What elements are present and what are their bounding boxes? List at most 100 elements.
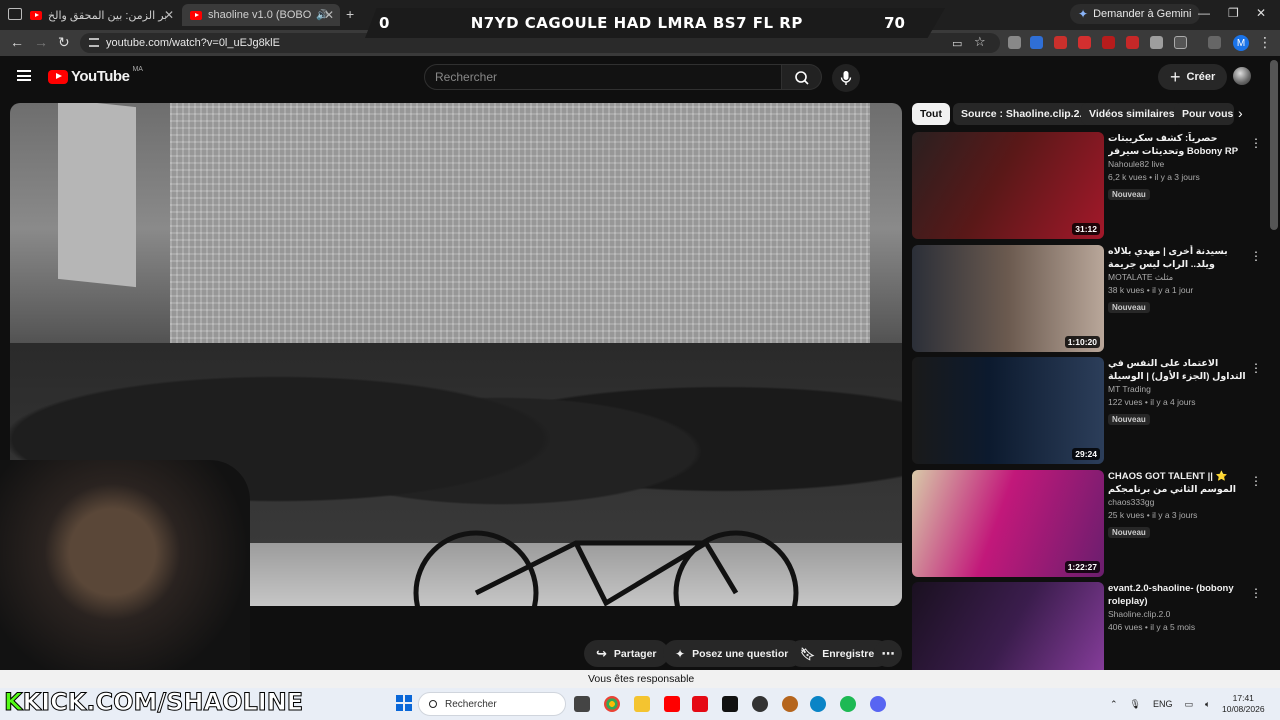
video-title[interactable]: بسيدنة أخرى | مهدي بلالاه ويلد.. الراب ل… — [1108, 245, 1248, 271]
reload-icon[interactable]: ↻ — [58, 34, 70, 51]
extension-icon[interactable] — [1008, 36, 1021, 49]
extension-icon[interactable] — [1102, 36, 1115, 49]
share-label: Partager — [613, 647, 657, 660]
bookmark-icon: 🔖︎ — [800, 646, 816, 661]
stream-banner: 0 N7YD CAGOULE HAD LMRA BS7 FL RP 70 — [365, 8, 945, 38]
clock-date: 10/08/2026 — [1222, 704, 1265, 714]
chip-similar[interactable]: Vidéos similaires — [1081, 103, 1183, 125]
extension-icon[interactable] — [1126, 36, 1139, 49]
extension-icon[interactable] — [1054, 36, 1067, 49]
youtube-app-icon[interactable] — [664, 696, 680, 712]
video-thumbnail[interactable] — [912, 582, 1104, 670]
recommendation-item[interactable]: 31:12 حصرياً: كشف سكريبتات وتحديثات سيرف… — [912, 132, 1267, 242]
recommendation-item[interactable]: 29:24 الاعتماد على النفس في التداول (الج… — [912, 357, 1267, 467]
notification-toast: Vous êtes responsable — [0, 670, 1280, 688]
video-thumbnail[interactable]: 29:24 — [912, 357, 1104, 464]
tab-search-icon[interactable] — [8, 8, 22, 20]
hamburger-menu-icon[interactable] — [17, 70, 31, 81]
create-button[interactable]: + Créer — [1158, 64, 1228, 90]
bookmark-star-icon[interactable]: ☆ — [974, 34, 986, 50]
youtube-logo[interactable]: YouTube MA — [48, 66, 143, 85]
microphone-icon — [840, 71, 852, 85]
gemini-button[interactable]: ✦ Demander à Gemini — [1070, 4, 1200, 24]
microphone-icon[interactable]: 🎙︎ — [1130, 699, 1141, 710]
more-options-icon[interactable]: ⋮ — [1250, 474, 1262, 488]
volume-icon[interactable]: 🔈︎ — [1205, 699, 1210, 710]
close-window-icon[interactable]: ✕ — [1256, 6, 1266, 20]
close-tab-icon[interactable]: ✕ — [324, 8, 334, 22]
share-button[interactable]: ↪ Partager — [584, 640, 669, 667]
edge-icon[interactable] — [810, 696, 826, 712]
close-tab-icon[interactable]: ✕ — [164, 8, 174, 22]
search-button[interactable] — [782, 64, 822, 90]
video-title[interactable]: حصرياً: كشف سكريبتات وتحديثات سيرفر Bobo… — [1108, 132, 1248, 158]
channel-name[interactable]: chaos333gg — [1108, 496, 1248, 509]
video-frame-bicycle — [406, 523, 826, 606]
browser-tab-1[interactable]: السفر عبر الزمن: بين المحقق والخ ✕ — [30, 4, 180, 26]
video-thumbnail[interactable]: 31:12 — [912, 132, 1104, 239]
chevron-up-icon[interactable]: ⌃ — [1110, 699, 1118, 710]
browser-tab-2[interactable]: shaoline v1.0 (BOBONY EVE 🔊 ✕ — [182, 4, 340, 26]
channel-name[interactable]: MT Trading — [1108, 383, 1248, 396]
channel-name[interactable]: Nahoule82 live — [1108, 158, 1248, 171]
video-thumbnail[interactable]: 1:22:27 — [912, 470, 1104, 577]
more-options-icon[interactable]: ⋮ — [1250, 361, 1262, 375]
recommendation-item[interactable]: 1:10:20 بسيدنة أخرى | مهدي بلالاه ويلد..… — [912, 245, 1267, 355]
search-input[interactable]: Rechercher — [424, 64, 782, 90]
extension-icon[interactable] — [1030, 36, 1043, 49]
forward-arrow-icon[interactable]: → — [34, 34, 48, 50]
chrome-icon[interactable] — [604, 696, 620, 712]
ask-question-button[interactable]: ✦ Posez une question — [663, 640, 803, 667]
task-view-icon[interactable] — [574, 696, 590, 712]
voice-search-button[interactable] — [832, 64, 860, 92]
spotify-icon[interactable] — [840, 696, 856, 712]
file-explorer-icon[interactable] — [634, 696, 650, 712]
windows-start-icon[interactable] — [396, 695, 412, 711]
page-scrollbar[interactable] — [1270, 60, 1278, 230]
restore-icon[interactable]: ❐ — [1228, 6, 1239, 20]
obs-icon[interactable] — [752, 696, 768, 712]
channel-name[interactable]: Shaoline.clip.2.0 — [1108, 608, 1248, 621]
video-stats: 122 vues • il y a 4 jours — [1108, 397, 1196, 407]
back-arrow-icon[interactable]: ← — [10, 34, 24, 50]
chevron-right-icon[interactable]: › — [1238, 105, 1243, 121]
video-title[interactable]: evant.2.0-shaoline- (bobony roleplay) — [1108, 582, 1248, 608]
search-icon — [795, 71, 809, 85]
country-code: MA — [132, 66, 143, 73]
netflix-icon[interactable] — [692, 696, 708, 712]
reading-list-icon[interactable] — [1208, 36, 1221, 49]
streamer-webcam — [0, 460, 250, 690]
recommendation-item[interactable]: evant.2.0-shaoline- (bobony roleplay) Sh… — [912, 582, 1267, 670]
chip-all[interactable]: Tout — [912, 103, 950, 125]
more-actions-button[interactable]: ⋯ — [874, 640, 902, 667]
menu-dots-icon[interactable]: ⋮ — [1258, 34, 1272, 51]
discord-icon[interactable] — [870, 696, 886, 712]
chip-for-you[interactable]: Pour vous — [1174, 103, 1234, 125]
site-info-icon[interactable] — [89, 38, 99, 47]
extension-icon[interactable] — [1150, 36, 1163, 49]
more-options-icon[interactable]: ⋮ — [1250, 136, 1262, 150]
ask-label: Posez une question — [692, 647, 791, 660]
extension-icon[interactable] — [1078, 36, 1091, 49]
account-avatar[interactable] — [1233, 67, 1251, 85]
extensions-puzzle-icon[interactable] — [1174, 36, 1187, 49]
system-clock[interactable]: 17:41 10/08/2026 — [1222, 693, 1265, 715]
app-icon[interactable] — [782, 696, 798, 712]
language-indicator[interactable]: ENG — [1153, 699, 1173, 709]
new-tab-button[interactable]: + — [346, 6, 354, 22]
profile-avatar[interactable]: M — [1233, 35, 1249, 51]
taskbar-search[interactable]: Rechercher — [418, 692, 566, 716]
minimize-icon[interactable]: — — [1198, 6, 1210, 20]
more-options-icon[interactable]: ⋮ — [1250, 586, 1262, 600]
network-icon[interactable]: ▭ — [1185, 699, 1194, 710]
app-icon[interactable] — [722, 696, 738, 712]
channel-name[interactable]: MOTALATE مثلث — [1108, 271, 1248, 284]
cast-icon[interactable]: ▭ — [952, 37, 962, 50]
video-title[interactable]: الاعتماد على النفس في التداول (الجزء الأ… — [1108, 357, 1248, 383]
more-options-icon[interactable]: ⋮ — [1250, 249, 1262, 263]
recommendation-item[interactable]: 1:22:27 CHAOS GOT TALENT || ⭐ الموسم الث… — [912, 470, 1267, 580]
video-thumbnail[interactable]: 1:10:20 — [912, 245, 1104, 352]
video-title[interactable]: CHAOS GOT TALENT || ⭐ الموسم الثاني من ب… — [1108, 470, 1248, 496]
youtube-favicon-icon — [190, 10, 202, 20]
chip-source[interactable]: Source : Shaoline.clip.2.0 — [953, 103, 1097, 125]
